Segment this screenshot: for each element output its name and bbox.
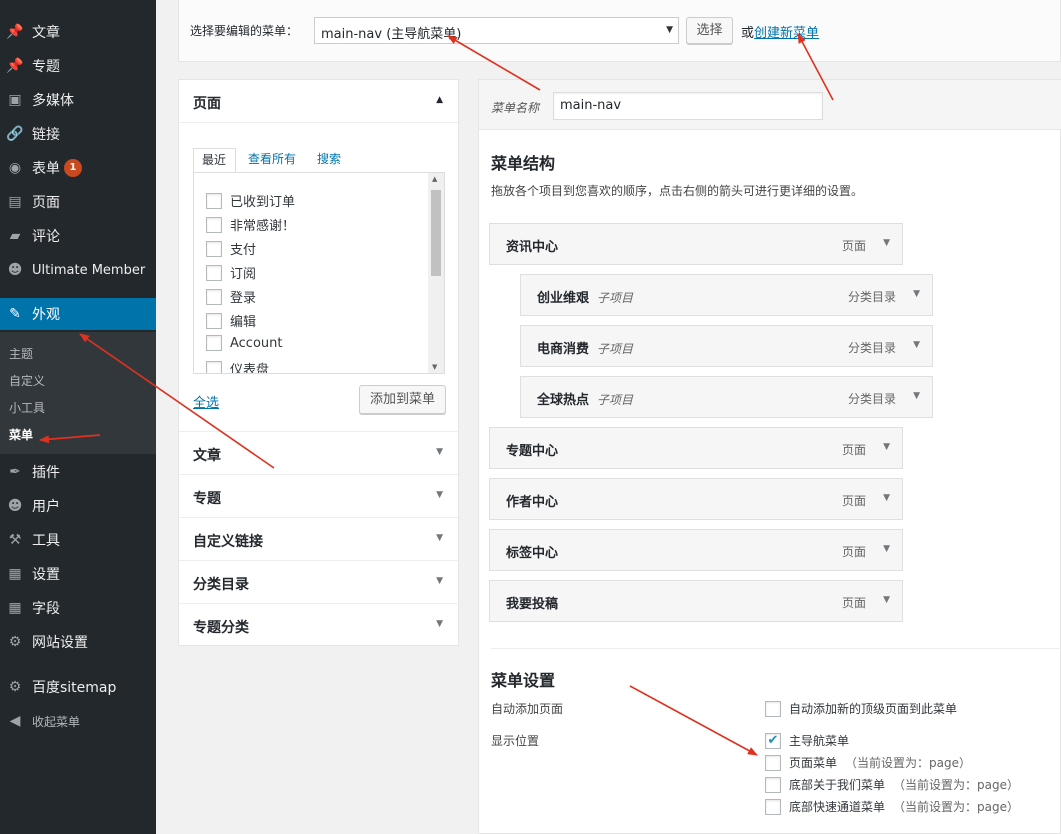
annotation-arrow xyxy=(797,33,834,101)
annotation-arrow xyxy=(629,685,758,756)
annotation-arrow xyxy=(39,434,101,444)
annotation-arrow xyxy=(79,333,275,469)
annotation-arrow xyxy=(447,35,541,91)
annotation-arrows xyxy=(39,33,834,756)
